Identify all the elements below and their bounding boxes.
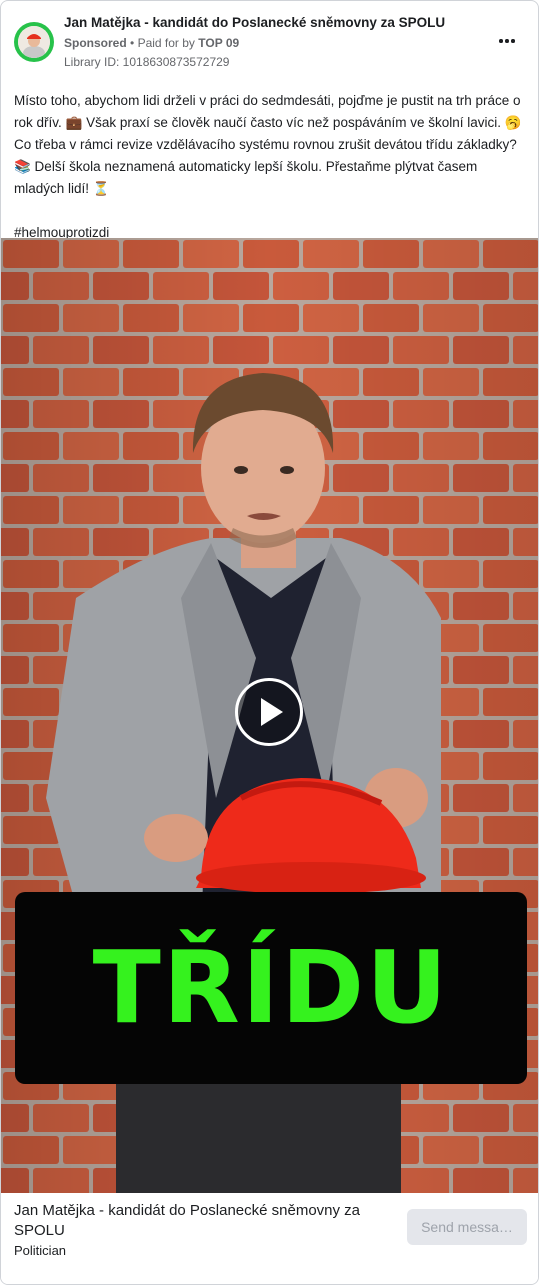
play-button[interactable] (235, 678, 303, 746)
sponsored-label: Sponsored (64, 36, 127, 50)
video-caption-text: TŘÍDU (92, 929, 450, 1046)
post-body: Místo toho, abychom lidi drželi v práci … (14, 90, 529, 244)
advertiser-name[interactable]: Jan Matějka - kandidát do Poslanecké sně… (64, 15, 445, 30)
play-icon (261, 698, 283, 726)
ad-footer: Jan Matějka - kandidát do Poslanecké sně… (1, 1193, 538, 1284)
avatar-portrait-icon (18, 26, 50, 58)
advertiser-avatar[interactable] (14, 22, 54, 62)
ad-header: Jan Matějka - kandidát do Poslanecké sně… (1, 1, 538, 81)
sponsored-line: Sponsored • Paid for by TOP 09 (64, 36, 239, 50)
more-options-icon[interactable] (491, 27, 523, 55)
ad-card: Jan Matějka - kandidát do Poslanecké sně… (0, 0, 539, 1285)
footer-page-name[interactable]: Jan Matějka - kandidát do Poslanecké sně… (14, 1201, 394, 1241)
video-player[interactable]: TŘÍDU (1, 238, 538, 1193)
paid-for-by-label: Paid for by (137, 36, 195, 50)
send-message-button[interactable]: Send messa… (407, 1209, 527, 1245)
library-id: Library ID: 1018630873572729 (64, 55, 230, 69)
separator-dot: • (130, 36, 138, 50)
post-message: Místo toho, abychom lidi drželi v práci … (14, 93, 522, 196)
footer-page-category: Politician (14, 1243, 67, 1258)
avatar-photo (18, 26, 50, 58)
funder-name: TOP 09 (198, 36, 240, 50)
video-caption-box: TŘÍDU (15, 892, 527, 1084)
